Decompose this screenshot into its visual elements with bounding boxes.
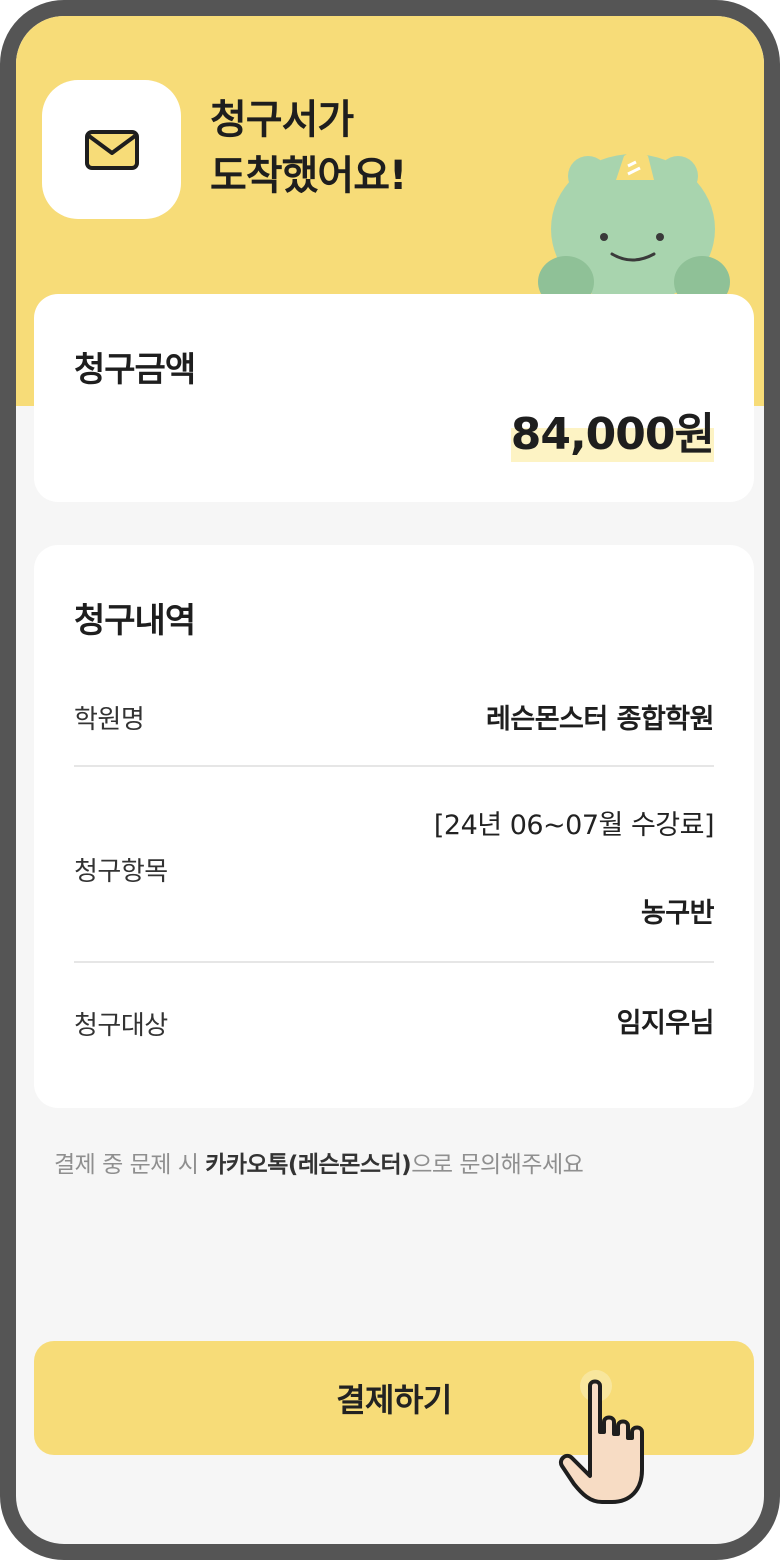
billing-target-value: 임지우님 [616,1008,715,1039]
frog-mascot [538,148,730,308]
billing-item-label: 청구항목 [74,857,168,887]
billing-target-label: 청구대상 [74,1011,168,1041]
detail-card-title: 청구내역 [74,601,196,641]
envelope-icon [84,129,139,170]
amount-card: 청구금액 84,000원 [34,294,754,502]
page-title: 청구서가 도착했어요! [210,92,407,204]
amount-wrap: 84,000원 [510,398,715,462]
hand-pointer-icon [559,1370,644,1504]
billing-item-period: [24년 06~07월 수강료] [433,810,715,841]
detail-card: 청구내역 학원명 레슨몬스터 종합학원 청구항목 [24년 06~07월 수강료… [34,545,754,1108]
pay-button-label: 결제하기 [336,1381,452,1419]
title-line-2: 도착했어요! [210,153,407,199]
title-line-1: 청구서가 [210,97,354,143]
phone-frame: 청구서가 도착했어요! 청구금액 84,000원 청구내역 학원명 레슨몬스터 … [0,0,780,1560]
billing-item-class: 농구반 [640,898,715,929]
academy-name-label: 학원명 [74,705,145,735]
envelope-icon-box [42,80,181,219]
notice-prefix: 결제 중 문제 시 [54,1152,206,1178]
row-divider [74,765,714,767]
academy-name-value: 레슨몬스터 종합학원 [486,704,714,735]
billing-amount: 84,000원 [510,409,715,460]
notice-suffix: 으로 문의해주세요 [411,1152,584,1178]
help-notice: 결제 중 문제 시 카카오톡(레슨몬스터)으로 문의해주세요 [54,1145,584,1179]
row-divider [74,961,714,963]
amount-card-title: 청구금액 [74,350,196,390]
kakaotalk-channel-link[interactable]: 카카오톡(레슨몬스터) [205,1152,411,1178]
